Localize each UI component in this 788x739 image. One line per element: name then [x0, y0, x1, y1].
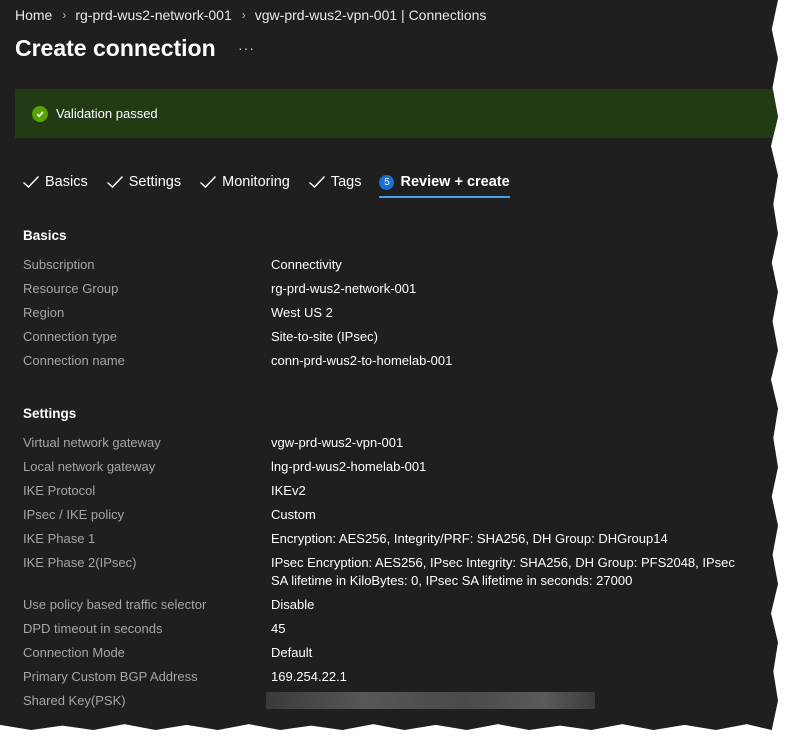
row-label: Region [23, 305, 65, 320]
tab-monitoring[interactable]: Monitoring [199, 168, 290, 196]
row-label: Resource Group [23, 281, 119, 296]
row-value: 169.254.22.1 [271, 669, 347, 684]
validation-banner: Validation passed [15, 89, 778, 138]
row-value: conn-prd-wus2-to-homelab-001 [271, 353, 453, 368]
row-label: IPsec / IKE policy [23, 507, 125, 522]
row-value: West US 2 [271, 305, 333, 320]
breadcrumb-home[interactable]: Home [15, 7, 52, 23]
wizard-tabs: Basics Settings Monitoring Tags 5 Review… [22, 168, 528, 198]
tab-tags[interactable]: Tags [308, 168, 362, 196]
row-label: Primary Custom BGP Address [23, 669, 198, 684]
row-value: IPsec Encryption: AES256, IPsec Integrit… [271, 555, 735, 588]
row-label: DPD timeout in seconds [23, 621, 163, 636]
step-number-badge: 5 [379, 174, 395, 190]
row-value: Encryption: AES256, Integrity/PRF: SHA25… [271, 531, 668, 546]
tab-label: Review + create [400, 174, 510, 190]
chevron-right-icon: › [241, 8, 246, 22]
row-label: IKE Protocol [23, 483, 96, 498]
breadcrumb-resource-group[interactable]: rg-prd-wus2-network-001 [75, 7, 231, 23]
row-value: Default [271, 645, 313, 660]
row-label: Connection Mode [23, 645, 125, 660]
chevron-right-icon: › [62, 8, 67, 22]
row-value: IKEv2 [271, 483, 306, 498]
row-value: vgw-prd-wus2-vpn-001 [271, 435, 404, 450]
checkmark-icon [308, 176, 325, 188]
row-label: Connection name [23, 353, 125, 368]
row-value: Connectivity [271, 257, 342, 272]
checkmark-icon [23, 176, 40, 188]
tab-settings[interactable]: Settings [106, 168, 181, 196]
section-title-basics: Basics [23, 228, 67, 243]
shared-key-redacted [266, 692, 595, 709]
page-title: Create connection [15, 35, 216, 61]
row-value: lng-prd-wus2-homelab-001 [271, 459, 427, 474]
row-value: rg-prd-wus2-network-001 [271, 281, 417, 296]
tab-basics[interactable]: Basics [22, 168, 88, 196]
row-value: Custom [271, 507, 316, 522]
row-label: IKE Phase 2(IPsec) [23, 555, 137, 570]
row-label: Connection type [23, 329, 117, 344]
row-label: Use policy based traffic selector [23, 597, 207, 612]
row-value: 45 [271, 621, 286, 636]
section-title-settings: Settings [23, 406, 77, 421]
portal-window: Home › rg-prd-wus2-network-001 › vgw-prd… [0, 0, 778, 730]
row-label: Local network gateway [23, 459, 156, 474]
tab-label: Monitoring [222, 174, 290, 190]
checkmark-icon [106, 176, 123, 188]
tab-label: Tags [330, 174, 362, 190]
row-label: Virtual network gateway [23, 435, 161, 450]
checkmark-circle-icon [32, 105, 48, 122]
row-value: Site-to-site (IPsec) [271, 329, 378, 344]
breadcrumb: Home › rg-prd-wus2-network-001 › vgw-prd… [15, 7, 486, 23]
row-value: Disable [271, 597, 315, 612]
row-label: Subscription [23, 257, 95, 272]
row-label: IKE Phase 1 [23, 531, 96, 546]
checkmark-icon [200, 176, 217, 188]
more-options-icon[interactable]: ··· [238, 40, 255, 56]
row-label: Shared Key(PSK) [23, 693, 126, 708]
breadcrumb-connections[interactable]: vgw-prd-wus2-vpn-001 | Connections [255, 7, 487, 23]
tab-label: Settings [128, 174, 182, 190]
tab-label: Basics [45, 174, 88, 190]
tab-review-create[interactable]: 5 Review + create [379, 168, 510, 198]
validation-message: Validation passed [56, 106, 158, 121]
